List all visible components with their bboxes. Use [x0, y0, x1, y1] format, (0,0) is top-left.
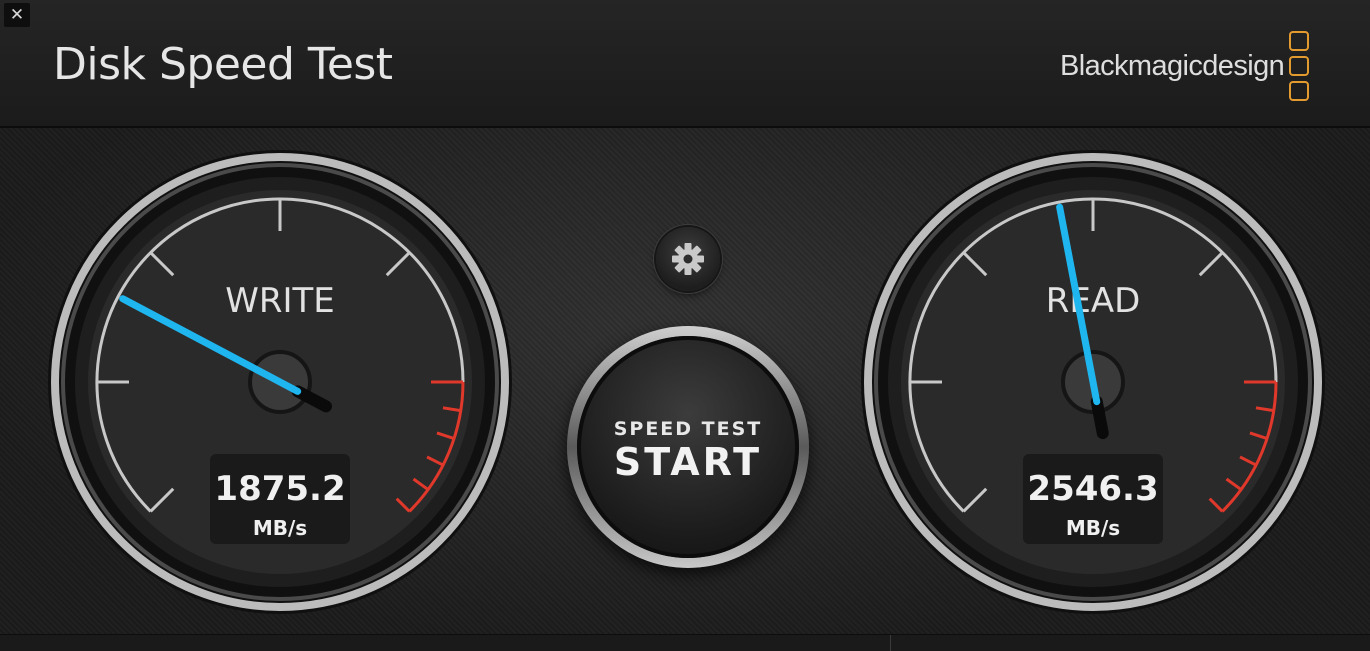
brand-name: Blackmagicdesign	[1060, 50, 1285, 82]
close-icon: ✕	[9, 5, 25, 25]
read-speed-unit: MB/s	[1066, 516, 1120, 540]
write-gauge: WRITE 1875.2 MB/s	[48, 150, 512, 614]
read-speed-value: 2546.3	[1027, 469, 1158, 509]
needle-tail	[1090, 395, 1109, 440]
brand-logo-icon	[1287, 31, 1311, 103]
settings-button[interactable]	[656, 227, 720, 291]
close-button[interactable]: ✕	[4, 3, 30, 27]
app-title: Disk Speed Test	[53, 39, 393, 90]
gear-icon	[672, 243, 704, 275]
write-gauge-label: WRITE	[225, 281, 335, 321]
status-bar	[0, 634, 1370, 651]
start-button-caption: SPEED TEST	[613, 418, 763, 440]
write-speed-unit: MB/s	[253, 516, 307, 540]
header-bar: ✕ Disk Speed Test Blackmagicdesign	[0, 0, 1370, 128]
start-button-label: START	[613, 440, 763, 484]
read-gauge: READ 2546.3 MB/s	[861, 150, 1325, 614]
read-gauge-label: READ	[1046, 281, 1141, 321]
speed-test-start-button[interactable]: SPEED TEST START	[567, 326, 809, 568]
write-speed-value: 1875.2	[214, 469, 345, 509]
